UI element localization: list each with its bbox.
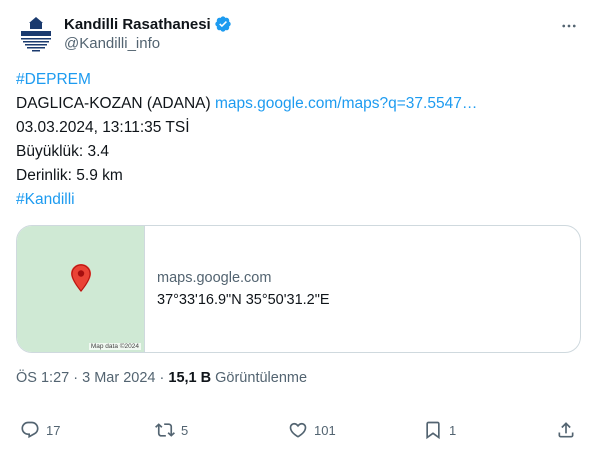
- views-label: Görüntülenme: [215, 370, 308, 386]
- link-preview-card[interactable]: Map data ©2024 maps.google.com 37°33'16.…: [16, 225, 581, 353]
- like-count: 101: [314, 422, 336, 438]
- depth-text: Derinlik: 5.9 km: [16, 167, 123, 184]
- retweet-icon: [155, 423, 175, 437]
- heart-icon: [289, 422, 307, 438]
- tweet-time[interactable]: ÖS 1:27: [16, 370, 69, 386]
- avatar[interactable]: [15, 13, 57, 55]
- maps-link[interactable]: maps.google.com/maps?q=37.5547…: [215, 95, 477, 112]
- meta-separator-2: ·: [159, 370, 165, 386]
- views-count: 15,1 B: [168, 370, 212, 386]
- tweet-text: #DEPREM DAGLICA-KOZAN (ADANA) maps.googl…: [16, 68, 581, 212]
- magnitude-text: Büyüklük: 3.4: [16, 143, 110, 160]
- card-domain: maps.google.com: [157, 270, 272, 286]
- meta-separator: ·: [73, 370, 79, 386]
- retweet-button[interactable]: 5: [155, 416, 188, 444]
- datetime-text: 03.03.2024, 13:11:35 TSİ: [16, 119, 190, 136]
- verified-badge-icon[interactable]: [214, 15, 232, 33]
- hashtag-kandilli-link[interactable]: #Kandilli: [16, 191, 75, 208]
- tweet: Kandilli Rasathanesi @Kandilli_info #DEP…: [0, 0, 597, 458]
- hashtag-deprem-link[interactable]: #DEPREM: [16, 71, 91, 88]
- map-credit: Map data ©2024: [88, 343, 141, 350]
- reply-button[interactable]: 17: [20, 416, 60, 444]
- tweet-date[interactable]: 3 Mar 2024: [82, 370, 155, 386]
- card-title: 37°33'16.9"N 35°50'31.2"E: [157, 292, 330, 308]
- action-bar: 17 5 101 1: [0, 416, 597, 446]
- kandilli-logo-icon: [15, 13, 57, 55]
- tweet-meta: ÖS 1:27 · 3 Mar 2024 · 15,1 B Görüntülen…: [16, 370, 307, 386]
- map-thumbnail[interactable]: Map data ©2024: [17, 226, 145, 352]
- card-info[interactable]: maps.google.com 37°33'16.9"N 35°50'31.2"…: [145, 226, 330, 352]
- reply-count: 17: [46, 422, 61, 438]
- like-button[interactable]: 101: [288, 416, 336, 444]
- bookmark-icon: [426, 421, 440, 440]
- author-handle[interactable]: @Kandilli_info: [64, 35, 160, 52]
- share-icon: [558, 422, 574, 438]
- author-name-row[interactable]: Kandilli Rasathanesi: [64, 14, 232, 34]
- bookmark-button[interactable]: 1: [423, 416, 456, 444]
- more-options-icon[interactable]: [559, 16, 579, 36]
- map-pin-icon: [71, 264, 91, 292]
- reply-icon: [21, 421, 39, 439]
- share-button[interactable]: [556, 416, 576, 444]
- bookmark-count: 1: [449, 422, 457, 438]
- location-text: DAGLICA-KOZAN (ADANA): [16, 95, 211, 112]
- author-display-name[interactable]: Kandilli Rasathanesi: [64, 16, 211, 33]
- retweet-count: 5: [181, 422, 189, 438]
